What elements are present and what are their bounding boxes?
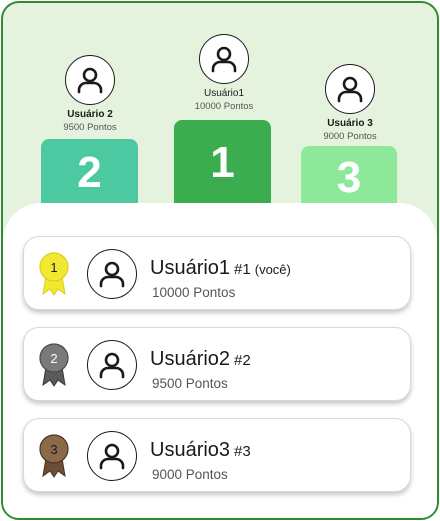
ranking-name: Usuário1	[150, 257, 231, 279]
user-icon	[65, 55, 115, 105]
ranking-points: 9000 Pontos	[152, 467, 228, 482]
podium-user-second[interactable]: Usuário 2 9500 Pontos	[30, 55, 150, 133]
ranking-title: Usuário3 #3	[150, 439, 251, 462]
ranking-rank: #2	[234, 352, 251, 369]
ranking-name: Usuário2	[150, 348, 231, 370]
medal-icon: 1	[39, 252, 69, 296]
ranking-row-1[interactable]: 1 Usuário1 #1 (você) 10000 Pontos	[23, 236, 411, 310]
podium-points: 9000 Pontos	[323, 131, 377, 142]
user-icon	[199, 34, 249, 84]
medal-number: 3	[50, 442, 57, 457]
medal-number: 2	[50, 351, 57, 366]
ranking-rank: #3	[234, 443, 251, 460]
podium-points: 9500 Pontos	[63, 122, 117, 133]
you-label: (você)	[254, 262, 291, 277]
user-icon	[87, 340, 137, 390]
podium-points: 10000 Pontos	[194, 101, 254, 112]
podium-name: Usuário 2	[67, 109, 113, 120]
podium-name: Usuário1	[203, 88, 245, 99]
medal-icon: 3	[39, 434, 69, 478]
medal-icon: 2	[39, 343, 69, 387]
user-icon	[325, 64, 375, 114]
ranking-title: Usuário1 #1 (você)	[150, 257, 291, 280]
ranking-sheet: 1 Usuário1 #1 (você) 10000 Pontos 2 Usuári…	[3, 203, 437, 518]
podium-user-third[interactable]: Usuário 3 9000 Pontos	[290, 64, 410, 142]
podium-user-first[interactable]: Usuário1 10000 Pontos	[164, 34, 284, 112]
ranking-points: 9500 Pontos	[152, 376, 228, 391]
ranking-points: 10000 Pontos	[152, 285, 236, 300]
ranking-rank: #1	[234, 261, 251, 278]
user-icon	[87, 249, 137, 299]
medal-number: 1	[50, 260, 57, 275]
ranking-row-3[interactable]: 3 Usuário3 #3 9000 Pontos	[23, 418, 411, 492]
podium-name: Usuário 3	[327, 118, 373, 129]
ranking-name: Usuário3	[150, 439, 231, 461]
leaderboard-card: Usuário 2 9500 Pontos Usuário1 10000 Pon…	[1, 1, 439, 520]
user-icon	[87, 431, 137, 481]
ranking-row-2[interactable]: 2 Usuário2 #2 9500 Pontos	[23, 327, 411, 401]
ranking-title: Usuário2 #2	[150, 348, 251, 371]
